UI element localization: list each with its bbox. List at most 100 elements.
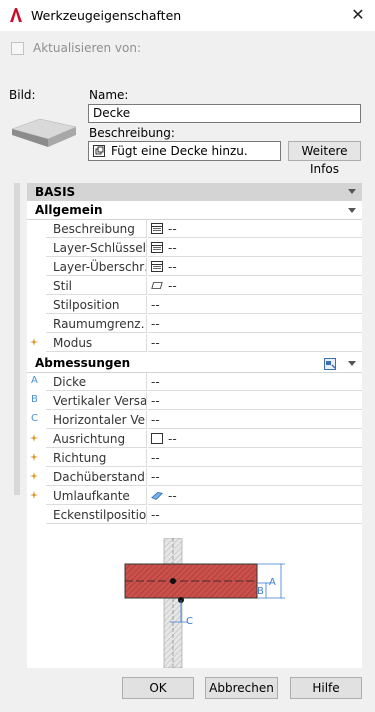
property-name: Vertikaler Versa… (46, 392, 147, 410)
dimensions-toggle-icon[interactable] (324, 358, 336, 370)
property-value[interactable]: -- (148, 258, 362, 276)
property-row[interactable]: C Horizontaler Ve… -- (27, 411, 362, 430)
update-checkbox-label: Aktualisieren von: (33, 41, 142, 55)
row-marker-gutter (27, 315, 46, 334)
property-value[interactable]: -- (148, 392, 362, 410)
property-row[interactable]: Stil -- (27, 277, 362, 296)
more-info-button[interactable]: Weitere Infos (288, 141, 361, 176)
row-marker-gutter (27, 258, 46, 277)
row-marker-gutter (27, 468, 46, 487)
panel-scroll-strip[interactable] (14, 183, 20, 495)
property-value[interactable]: -- (148, 315, 362, 333)
property-value-text: -- (168, 432, 177, 446)
property-value-text: -- (151, 375, 160, 389)
row-marker-gutter: A (27, 373, 46, 392)
property-name: Stil (46, 277, 147, 295)
section-basis-label: BASIS (35, 185, 76, 199)
row-marker-gutter (27, 449, 46, 468)
property-value-text: -- (151, 394, 160, 408)
update-checkbox[interactable] (11, 42, 24, 55)
property-value-text: -- (168, 489, 177, 503)
section-basis[interactable]: BASIS (27, 183, 362, 201)
property-row[interactable]: Ausrichtung -- (27, 430, 362, 449)
category-dimensions-label: Abmessungen (35, 356, 131, 370)
property-row[interactable]: Layer-Schlüssel -- (27, 239, 362, 258)
property-row[interactable]: Stilposition -- (27, 296, 362, 315)
property-value-text: -- (168, 241, 177, 255)
row-marker-gutter: B (27, 392, 46, 411)
ok-button[interactable]: OK (122, 677, 194, 699)
property-value-text: -- (168, 260, 177, 274)
property-value[interactable]: -- (148, 430, 362, 448)
dimension-marker: A (31, 375, 38, 386)
slab-preview-image[interactable] (10, 115, 78, 149)
property-value[interactable]: -- (148, 468, 362, 486)
chevron-down-icon[interactable] (348, 189, 356, 194)
property-row[interactable]: Beschreibung -- (27, 220, 362, 239)
table-icon (151, 222, 168, 236)
dimension-marker: B (31, 394, 38, 405)
property-value[interactable]: -- (148, 506, 362, 524)
window-title: Werkzeugeigenschaften (31, 8, 182, 23)
row-marker-gutter (27, 430, 46, 449)
cancel-button[interactable]: Abbrechen (205, 677, 278, 699)
star-icon (30, 338, 38, 346)
property-name: Modus (46, 334, 147, 352)
property-value[interactable]: -- (148, 411, 362, 429)
property-row[interactable]: Modus -- (27, 334, 362, 353)
chevron-down-icon[interactable] (348, 361, 356, 366)
dimension-marker: C (31, 413, 38, 424)
star-icon (30, 472, 38, 480)
property-value-text: -- (151, 451, 160, 465)
chevron-down-icon[interactable] (348, 208, 356, 213)
property-name: Layer-Schlüssel (46, 239, 147, 257)
property-row[interactable]: B Vertikaler Versa… -- (27, 392, 362, 411)
property-row[interactable]: Umlaufkante -- (27, 487, 362, 506)
property-value-text: -- (151, 317, 160, 331)
property-row[interactable]: Eckenstilposition -- (27, 506, 362, 525)
property-name: Beschreibung (46, 220, 147, 238)
property-name: Raumumgrenz… (46, 315, 147, 333)
diagram-label-b: B (257, 586, 264, 597)
description-field[interactable]: Fügt eine Decke hinzu. (88, 141, 281, 161)
property-value-text: -- (168, 279, 177, 293)
table-icon (151, 260, 168, 274)
description-label: Beschreibung: (89, 126, 175, 140)
property-value[interactable]: -- (148, 220, 362, 238)
property-row[interactable]: Layer-Überschr… -- (27, 258, 362, 277)
row-marker-gutter (27, 334, 46, 353)
table-icon (151, 241, 168, 255)
property-name: Dachüberstand (46, 468, 147, 486)
help-button[interactable]: Hilfe (290, 677, 362, 699)
property-row[interactable]: Richtung -- (27, 449, 362, 468)
property-row[interactable]: A Dicke -- (27, 373, 362, 392)
star-icon (30, 453, 38, 461)
property-value[interactable]: -- (148, 334, 362, 352)
property-value[interactable]: -- (148, 449, 362, 467)
property-value[interactable]: -- (148, 239, 362, 257)
property-row[interactable]: Raumumgrenz… -- (27, 315, 362, 334)
dimension-diagram: C A B (124, 538, 285, 668)
close-button[interactable]: ✕ (348, 5, 368, 25)
image-label: Bild: (9, 88, 36, 102)
property-value[interactable]: -- (148, 296, 362, 314)
name-input[interactable]: Decke (88, 104, 361, 123)
property-name: Dicke (46, 373, 147, 391)
property-name: Richtung (46, 449, 147, 467)
row-marker-gutter: C (27, 411, 46, 430)
property-value[interactable]: -- (148, 373, 362, 391)
square-icon (151, 432, 168, 446)
category-dimensions[interactable]: Abmessungen (27, 355, 362, 373)
property-value-text: -- (151, 413, 160, 427)
row-marker-gutter (27, 277, 46, 296)
property-row[interactable]: Dachüberstand -- (27, 468, 362, 487)
property-value-text: -- (151, 336, 160, 350)
property-value[interactable]: -- (148, 487, 362, 505)
property-value-text: -- (151, 470, 160, 484)
autocad-logo-icon (9, 7, 23, 23)
property-value[interactable]: -- (148, 277, 362, 295)
category-general[interactable]: Allgemein (27, 202, 362, 220)
diagram-label-a: A (269, 577, 276, 588)
property-name: Horizontaler Ve… (46, 411, 147, 429)
name-label: Name: (89, 88, 129, 102)
